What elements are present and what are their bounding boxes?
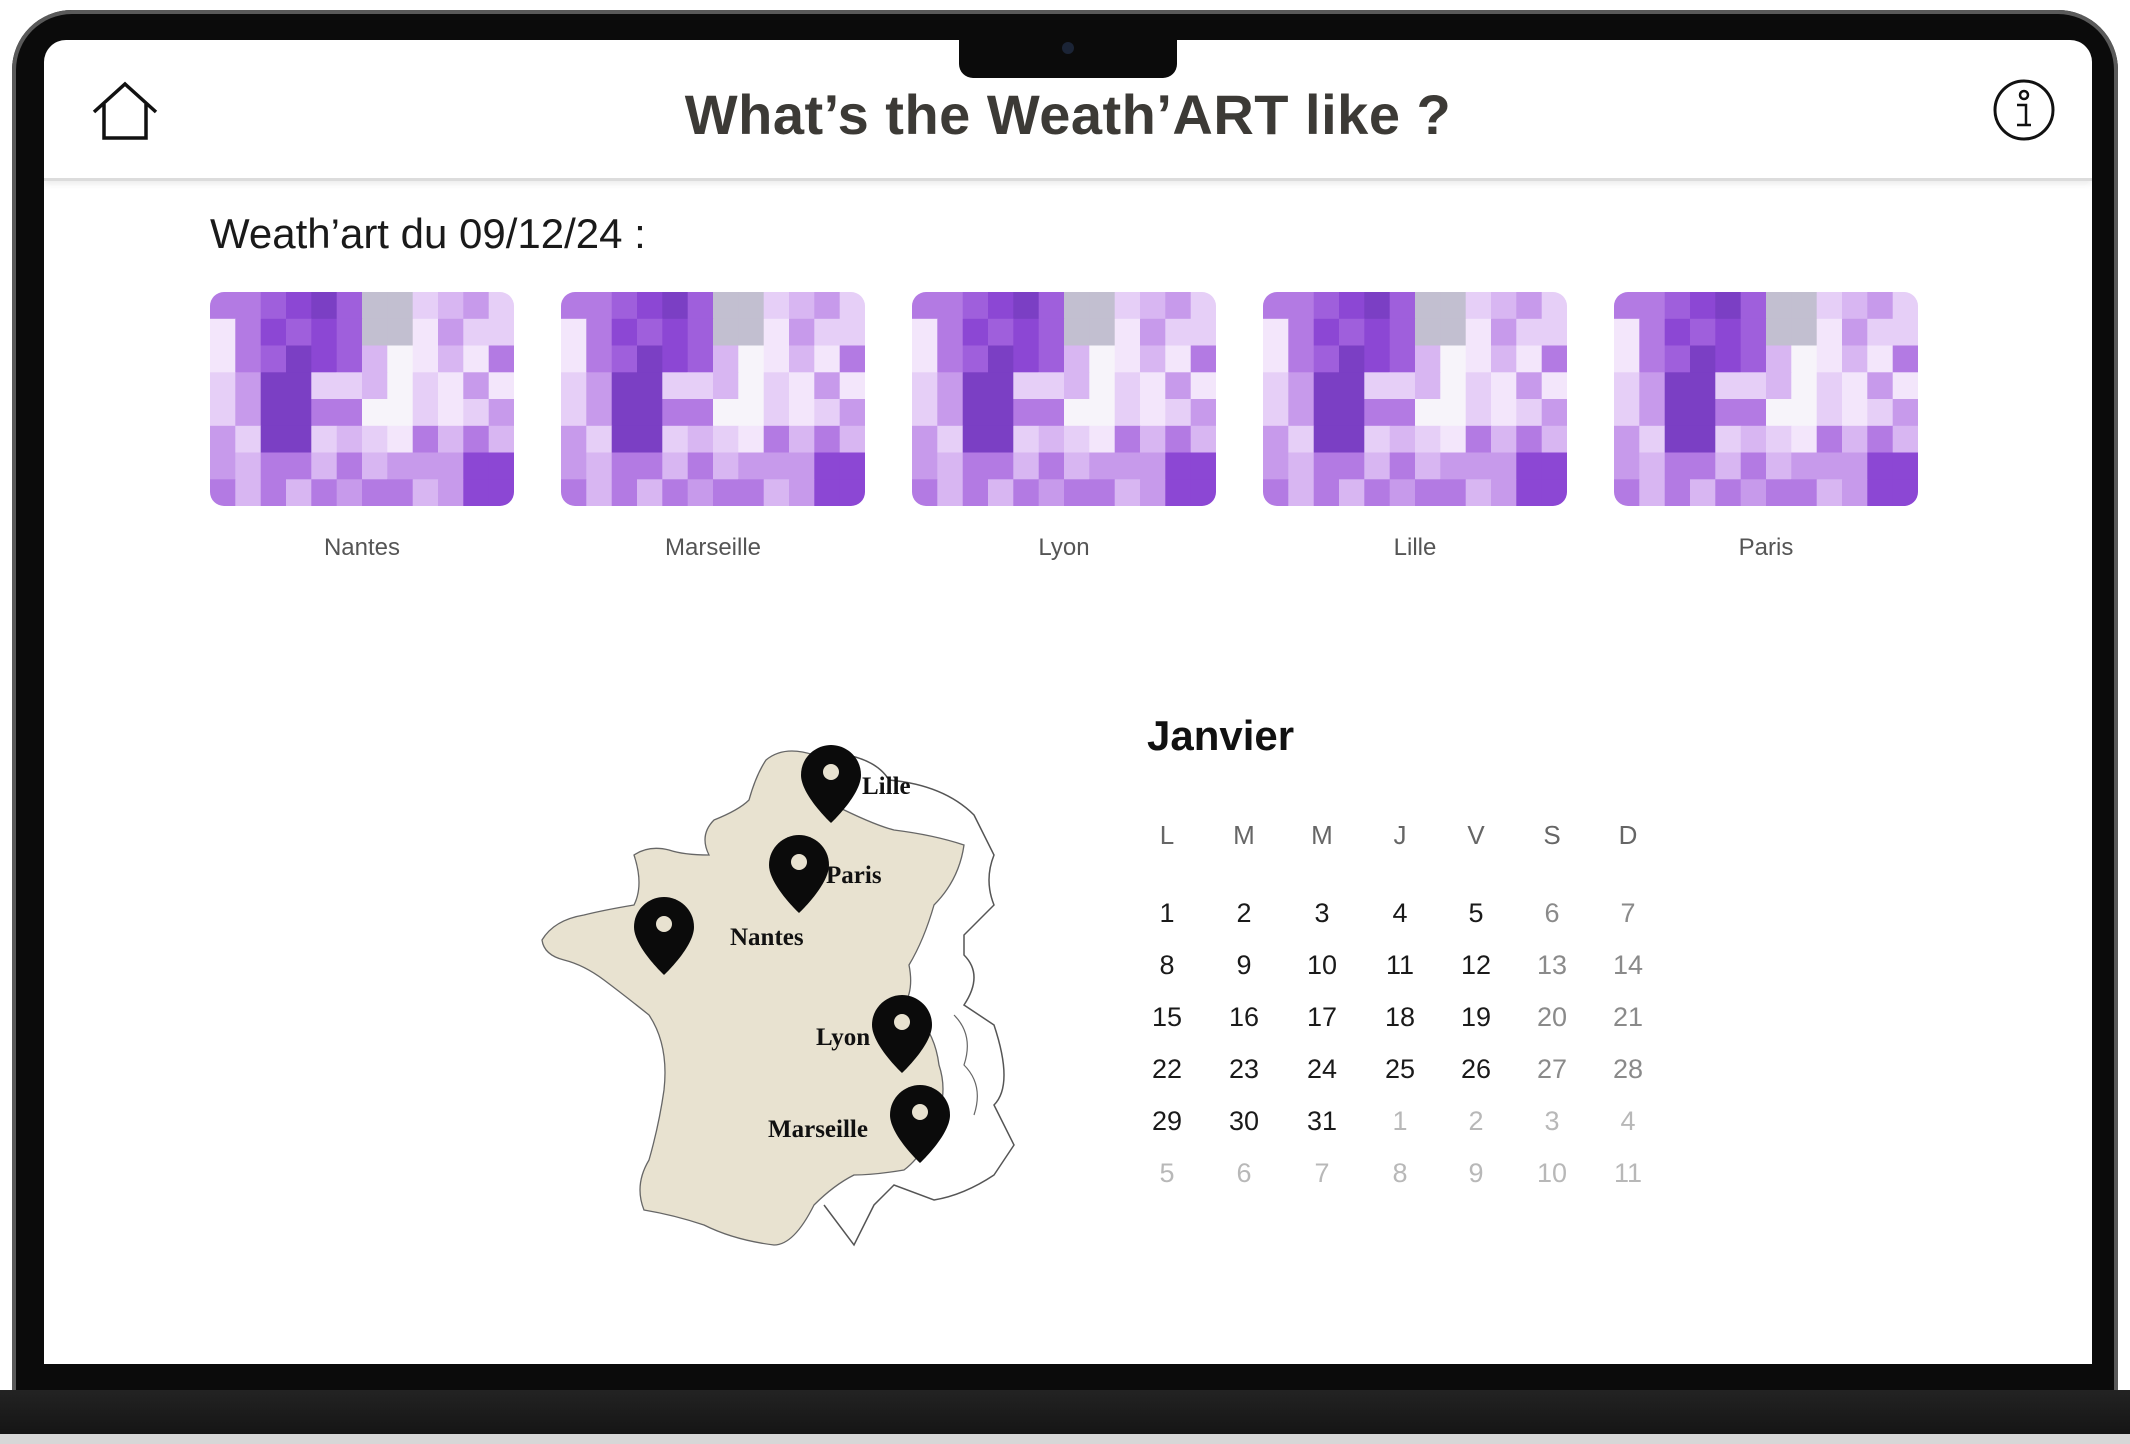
weathart-tile-marseille[interactable]: Marseille bbox=[561, 292, 865, 561]
city-label: Paris bbox=[1738, 534, 1794, 561]
calendar-day[interactable]: 8 bbox=[1142, 950, 1192, 981]
map-label-paris: Paris bbox=[826, 862, 882, 889]
city-label: Marseille bbox=[664, 534, 762, 561]
calendar-day[interactable]: 10 bbox=[1297, 950, 1347, 981]
calendar-day[interactable]: 13 bbox=[1527, 950, 1577, 981]
calendar-day-outside: 10 bbox=[1536, 1158, 1568, 1188]
weathart-image[interactable] bbox=[1263, 292, 1567, 506]
calendar-day-outside: 1 bbox=[1392, 1106, 1408, 1136]
calendar-day-outside: 4 bbox=[1620, 1106, 1636, 1136]
weekday-header: J bbox=[1393, 820, 1407, 850]
calendar-day[interactable]: 11 bbox=[1375, 950, 1425, 981]
calendar-month-title: Janvier bbox=[1147, 712, 1295, 759]
calendar-day-outside: 3 bbox=[1544, 1106, 1560, 1136]
calendar-day[interactable]: 29 bbox=[1142, 1106, 1192, 1137]
calendar-day[interactable]: 30 bbox=[1219, 1106, 1269, 1137]
weekday-header: M bbox=[1311, 820, 1333, 850]
city-label: Nantes bbox=[323, 534, 401, 561]
city-label: Lille bbox=[1393, 534, 1437, 561]
weathart-tile-paris[interactable]: Paris bbox=[1614, 292, 1918, 561]
calendar-day[interactable]: 5 bbox=[1451, 898, 1501, 929]
calendar-day-outside: 2 bbox=[1468, 1106, 1484, 1136]
calendar-day[interactable]: 19 bbox=[1451, 1002, 1501, 1033]
calendar-day[interactable]: 9 bbox=[1219, 950, 1269, 981]
calendar-day-outside: 8 bbox=[1392, 1158, 1408, 1188]
calendar-day[interactable]: 31 bbox=[1297, 1106, 1347, 1137]
calendar-day[interactable]: 23 bbox=[1219, 1054, 1269, 1085]
laptop-chin bbox=[0, 1390, 2130, 1434]
calendar-day-outside: 9 bbox=[1468, 1158, 1484, 1188]
weathart-tile-lyon[interactable]: Lyon bbox=[912, 292, 1216, 561]
calendar-day[interactable]: 28 bbox=[1603, 1054, 1653, 1085]
weekday-header: M bbox=[1233, 820, 1255, 850]
map-label-marseille: Marseille bbox=[768, 1116, 868, 1143]
weathart-date-heading: Weath’art du 09/12/24 : bbox=[210, 210, 646, 257]
weathart-image[interactable] bbox=[210, 292, 514, 506]
weathart-image[interactable] bbox=[912, 292, 1216, 506]
france-map: Lille Paris Nantes Lyon Marseille bbox=[494, 705, 1094, 1265]
calendar-day[interactable]: 4 bbox=[1375, 898, 1425, 929]
app-screen: What’s the Weath’ART like ? Weath’art du… bbox=[44, 40, 2092, 1364]
weekday-header: D bbox=[1618, 820, 1638, 850]
calendar-day-outside: 6 bbox=[1236, 1158, 1252, 1188]
calendar-day[interactable]: 20 bbox=[1527, 1002, 1577, 1033]
map-label-nantes: Nantes bbox=[730, 924, 804, 951]
calendar-day[interactable]: 15 bbox=[1142, 1002, 1192, 1033]
laptop-base bbox=[0, 1434, 2130, 1444]
calendar-day[interactable]: 14 bbox=[1603, 950, 1653, 981]
calendar-day[interactable]: 1 bbox=[1142, 898, 1192, 929]
weathart-image[interactable] bbox=[561, 292, 865, 506]
calendar-day[interactable]: 17 bbox=[1297, 1002, 1347, 1033]
camera-lens bbox=[1062, 42, 1074, 54]
calendar-day-outside: 7 bbox=[1314, 1158, 1330, 1188]
weathart-image[interactable] bbox=[1614, 292, 1918, 506]
weathart-tile-lille[interactable]: Lille bbox=[1263, 292, 1567, 561]
calendar-day-outside: 5 bbox=[1159, 1158, 1175, 1188]
weekday-header: S bbox=[1543, 820, 1561, 850]
weathart-tile-nantes[interactable]: Nantes bbox=[210, 292, 514, 561]
weekday-header: L bbox=[1159, 820, 1175, 850]
info-button[interactable] bbox=[1992, 78, 2056, 142]
app-title: What’s the Weath’ART like ? bbox=[684, 83, 1452, 146]
calendar-day[interactable]: 25 bbox=[1375, 1054, 1425, 1085]
calendar-day[interactable]: 6 bbox=[1527, 898, 1577, 929]
alps-border bbox=[953, 1014, 978, 1116]
calendar-day[interactable]: 22 bbox=[1142, 1054, 1192, 1085]
info-icon bbox=[1993, 79, 2055, 141]
weekday-header: V bbox=[1467, 820, 1485, 850]
calendar-day[interactable]: 27 bbox=[1527, 1054, 1577, 1085]
map-label-lyon: Lyon bbox=[816, 1024, 870, 1051]
map-label-lille: Lille bbox=[862, 773, 911, 800]
calendar-day[interactable]: 2 bbox=[1219, 898, 1269, 929]
calendar-day[interactable]: 21 bbox=[1603, 1002, 1653, 1033]
calendar-day[interactable]: 26 bbox=[1451, 1054, 1501, 1085]
city-label: Lyon bbox=[1038, 534, 1090, 561]
calendar-day-outside: 11 bbox=[1613, 1158, 1643, 1188]
calendar-day[interactable]: 12 bbox=[1451, 950, 1501, 981]
calendar-day[interactable]: 3 bbox=[1297, 898, 1347, 929]
calendar-day[interactable]: 18 bbox=[1375, 1002, 1425, 1033]
calendar-day[interactable]: 7 bbox=[1603, 898, 1653, 929]
calendar-day[interactable]: 24 bbox=[1297, 1054, 1347, 1085]
weathart-gallery: Nantes Marseille Lyon Lille Paris bbox=[210, 292, 1920, 561]
calendar-day[interactable]: 16 bbox=[1219, 1002, 1269, 1033]
